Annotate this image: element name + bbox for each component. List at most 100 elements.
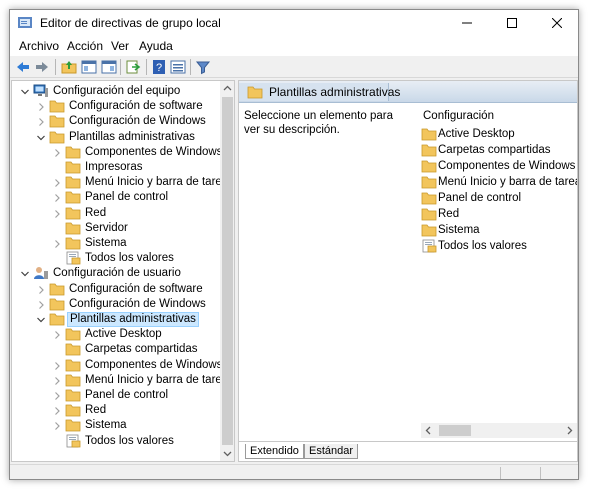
tree-item[interactable]: Red bbox=[12, 403, 220, 418]
collapse-arrow[interactable] bbox=[20, 268, 30, 278]
expand-arrow[interactable] bbox=[36, 299, 46, 309]
svg-text:?: ? bbox=[156, 62, 162, 74]
tree-item[interactable]: Configuración de Windows bbox=[12, 114, 220, 129]
tree-item[interactable]: Impresoras bbox=[12, 160, 220, 175]
status-bar bbox=[10, 464, 578, 479]
folder-icon bbox=[49, 99, 65, 113]
expand-arrow[interactable] bbox=[52, 420, 62, 431]
tree-item[interactable]: Configuración de Windows bbox=[12, 297, 220, 312]
toolbar-separator bbox=[55, 59, 56, 75]
expand-arrow[interactable] bbox=[52, 390, 62, 400]
folder-icon bbox=[421, 127, 437, 144]
help-icon: ? bbox=[153, 60, 165, 74]
collapse-arrow[interactable] bbox=[36, 132, 46, 142]
back-button[interactable] bbox=[14, 58, 32, 76]
details-header-label: Plantillas administrativas bbox=[269, 85, 401, 99]
scroll-thumb[interactable] bbox=[222, 97, 233, 445]
menu-accion[interactable]: Acción bbox=[67, 39, 103, 53]
filter-button[interactable] bbox=[194, 58, 212, 76]
tree-item[interactable]: Configuración de software bbox=[12, 282, 220, 297]
forward-button[interactable] bbox=[33, 58, 51, 76]
user-icon bbox=[33, 266, 49, 280]
properties-icon bbox=[101, 60, 117, 74]
tree-item[interactable]: Plantillas administrativas bbox=[12, 130, 220, 145]
tree-item[interactable]: Menú Inicio y barra de tareas bbox=[12, 373, 234, 388]
tree-item[interactable]: Componentes de Windows bbox=[12, 358, 222, 373]
list-column-header[interactable]: Configuración bbox=[423, 110, 494, 122]
list-item-label: Componentes de Windows bbox=[438, 160, 576, 172]
all-settings-icon bbox=[65, 251, 81, 265]
maximize-button[interactable] bbox=[489, 10, 534, 36]
collapse-arrow[interactable] bbox=[20, 86, 30, 96]
tree-item-label: Impresoras bbox=[85, 161, 143, 173]
expand-arrow[interactable] bbox=[52, 147, 62, 157]
menu-ver[interactable]: Ver bbox=[111, 39, 129, 53]
tree-item[interactable]: Panel de control bbox=[12, 190, 220, 205]
tree-item[interactable]: Carpetas compartidas bbox=[12, 342, 220, 357]
tree-item[interactable]: Red bbox=[12, 206, 220, 221]
show-hide-tree-icon bbox=[81, 60, 97, 74]
expand-arrow[interactable] bbox=[52, 360, 62, 370]
properties-button[interactable] bbox=[100, 58, 118, 76]
collapsed-arrow-icon bbox=[39, 103, 44, 112]
folder-icon bbox=[65, 403, 81, 417]
tree-item[interactable]: Active Desktop bbox=[12, 327, 220, 342]
tree-item-label: Sistema bbox=[85, 419, 127, 432]
minimize-button[interactable] bbox=[444, 10, 489, 36]
tree-item-label: Componentes de Windows bbox=[85, 145, 223, 158]
expand-arrow[interactable] bbox=[36, 101, 46, 112]
expand-arrow[interactable] bbox=[36, 284, 46, 294]
tree-item[interactable]: Componentes de Windows bbox=[12, 145, 222, 160]
tree-vertical-scrollbar[interactable] bbox=[220, 81, 234, 461]
gpedit-window: Editor de directivas de grupo local Arch… bbox=[9, 9, 579, 480]
scroll-right-arrow[interactable] bbox=[562, 423, 577, 438]
folder-icon bbox=[421, 143, 437, 160]
scroll-thumb[interactable] bbox=[439, 425, 471, 436]
filter-icon bbox=[195, 61, 211, 75]
expand-arrow[interactable] bbox=[52, 208, 62, 218]
show-hide-tree-button[interactable] bbox=[80, 58, 98, 76]
expand-arrow[interactable] bbox=[52, 238, 62, 248]
folder-icon bbox=[65, 373, 81, 387]
expand-arrow[interactable] bbox=[52, 375, 62, 385]
tree-item[interactable]: Plantillas administrativas bbox=[12, 312, 220, 327]
folder-icon bbox=[421, 207, 437, 224]
collapse-arrow[interactable] bbox=[36, 314, 46, 324]
tab-estandar[interactable]: Estándar bbox=[304, 444, 359, 459]
tree-item[interactable]: Sistema bbox=[12, 418, 220, 433]
help-button[interactable]: ? bbox=[150, 58, 168, 76]
tree-item[interactable]: Configuración del equipo bbox=[12, 84, 220, 99]
tree-item-label: Servidor bbox=[85, 221, 128, 234]
menu-ayuda[interactable]: Ayuda bbox=[139, 39, 173, 53]
menu-archivo[interactable]: Archivo bbox=[19, 39, 59, 53]
export-list-button[interactable] bbox=[124, 58, 142, 76]
tree-item-label: Menú Inicio y barra de tareas bbox=[85, 373, 234, 386]
list-item-label: Carpetas compartidas bbox=[438, 144, 551, 156]
expand-arrow[interactable] bbox=[36, 116, 46, 127]
scroll-left-arrow[interactable] bbox=[421, 423, 436, 438]
scroll-down-arrow[interactable] bbox=[220, 446, 234, 461]
tree-item[interactable]: Servidor bbox=[12, 221, 220, 236]
tree-item[interactable]: Sistema bbox=[12, 236, 220, 251]
expand-arrow[interactable] bbox=[52, 192, 62, 203]
tree-item-label: Active Desktop bbox=[85, 328, 162, 341]
tree-item[interactable]: Configuración de software bbox=[12, 99, 220, 114]
expand-arrow[interactable] bbox=[52, 329, 62, 340]
list-horizontal-scrollbar[interactable] bbox=[421, 423, 577, 438]
tab-extendido[interactable]: Extendido bbox=[245, 444, 304, 459]
tree-item-label: Todos los valores bbox=[85, 252, 174, 265]
tree-item-label: Plantillas administrativas bbox=[69, 130, 195, 143]
tree-item[interactable]: Todos los valores bbox=[12, 434, 220, 449]
folder-icon bbox=[49, 282, 65, 296]
expand-arrow[interactable] bbox=[52, 177, 62, 188]
expand-arrow[interactable] bbox=[52, 405, 62, 416]
tree-item[interactable]: Todos los valores bbox=[12, 251, 220, 266]
tree-item[interactable]: Panel de control bbox=[12, 388, 220, 403]
scroll-up-arrow[interactable] bbox=[220, 81, 234, 96]
close-button[interactable] bbox=[534, 10, 578, 36]
up-folder-button[interactable] bbox=[60, 58, 78, 76]
folder-icon bbox=[65, 206, 81, 220]
tree-item[interactable]: Configuración de usuario bbox=[12, 266, 220, 281]
tree-item[interactable]: Menú Inicio y barra de tareas bbox=[12, 175, 234, 190]
view-button[interactable] bbox=[169, 58, 187, 76]
